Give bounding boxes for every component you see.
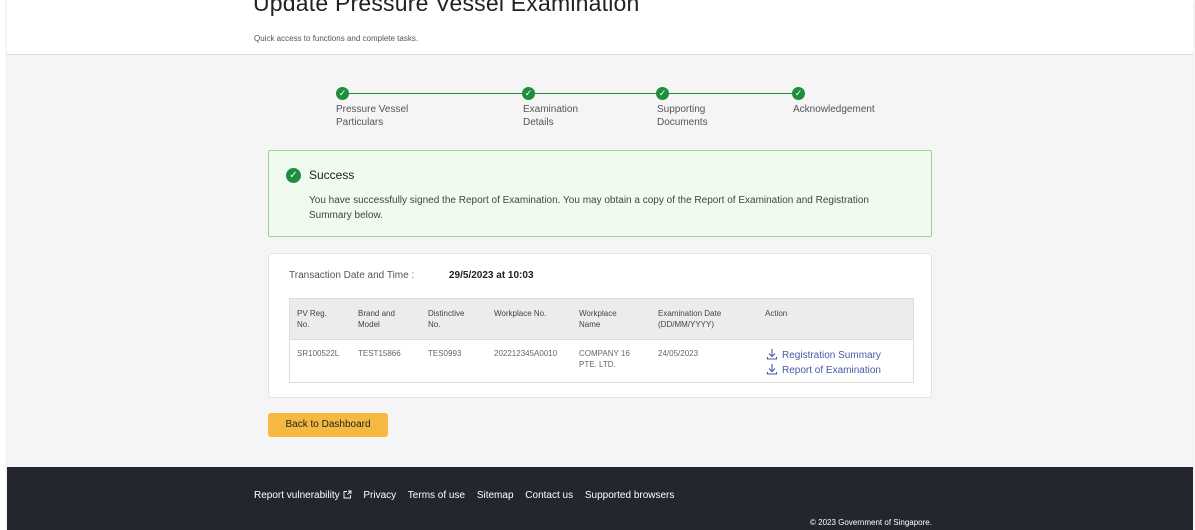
app-frame: Update Pressure Vessel Examination Quick… [7,0,1193,530]
report-vulnerability-label: Report vulnerability [254,490,340,501]
column-header-pv-reg-no: PV Reg. No. [297,309,327,329]
transaction-card: Transaction Date and Time : 29/5/2023 at… [268,253,932,398]
check-circle-icon: ✓ [286,168,301,183]
footer-link-contact-us[interactable]: Contact us [525,490,573,501]
column-header-examination-date: Examination Date (DD/MM/YYYY) [658,309,722,329]
cell-workplace-no: 202212345A0010 [494,349,558,358]
step-connector [347,93,527,94]
column-header-distinctive-no: Distinctive No. [428,309,465,329]
site-footer: Report vulnerability Privacy Terms of us… [7,467,1193,530]
footer-link-sitemap[interactable]: Sitemap [477,490,514,501]
step-label-examination-details: Examination Details [523,104,579,128]
step-completed-check-icon: ✓ [656,87,669,100]
cell-workplace-name: COMPANY 16 PTE. LTD. [579,349,630,369]
column-header-workplace-name: Workplace Name [579,309,617,329]
cell-distinctive-no: TES0993 [428,349,462,358]
external-link-icon [343,490,352,499]
transaction-date-label: Transaction Date and Time : [289,270,415,281]
report-of-examination-label: Report of Examination [782,365,881,376]
step-label-particulars: Pressure Vessel Particulars [336,104,409,128]
step-completed-check-icon: ✓ [792,87,805,100]
step-completed-check-icon: ✓ [522,87,535,100]
progress-stepper: ✓ ✓ ✓ ✓ Pressure Vessel Particulars Exam… [7,87,1193,137]
cell-pv-reg-no: SR100522L [297,349,340,358]
footer-links: Report vulnerability Privacy Terms of us… [254,490,683,501]
registration-summary-download-link[interactable]: Registration Summary [766,348,881,361]
column-header-brand-model: Brand and Model [358,309,395,329]
cell-brand-model: TEST15866 [358,349,401,358]
examination-table: PV Reg. No. Brand and Model Distinctive … [289,298,914,383]
download-icon [766,364,778,375]
page-subtitle: Quick access to functions and complete t… [254,34,419,43]
alert-title: Success [309,168,355,182]
page-header: Update Pressure Vessel Examination Quick… [7,0,1193,55]
footer-link-terms-of-use[interactable]: Terms of use [408,490,465,501]
success-alert: ✓ Success You have successfully signed t… [268,150,932,237]
table-header: PV Reg. No. Brand and Model Distinctive … [290,299,913,340]
footer-link-report-vulnerability[interactable]: Report vulnerability [254,490,352,501]
footer-link-privacy[interactable]: Privacy [363,490,396,501]
download-icon [766,349,778,360]
copyright-text: © 2023 Government of Singapore. [810,518,932,527]
column-header-action: Action [765,309,788,318]
cell-examination-date: 24/05/2023 [658,349,699,358]
step-completed-check-icon: ✓ [336,87,349,100]
alert-message: You have successfully signed the Report … [309,195,869,221]
footer-link-supported-browsers[interactable]: Supported browsers [585,490,675,501]
step-connector [534,93,662,94]
back-to-dashboard-button[interactable]: Back to Dashboard [268,413,388,437]
page-title: Update Pressure Vessel Examination [253,0,640,16]
step-label-acknowledgement: Acknowledgement [793,104,875,115]
transaction-date-value: 29/5/2023 at 10:03 [449,270,534,281]
column-header-workplace-no: Workplace No. [494,309,547,318]
registration-summary-label: Registration Summary [782,350,881,361]
report-of-examination-download-link[interactable]: Report of Examination [766,363,881,376]
step-label-supporting-documents: Supporting Documents [657,104,708,128]
step-connector [668,93,796,94]
